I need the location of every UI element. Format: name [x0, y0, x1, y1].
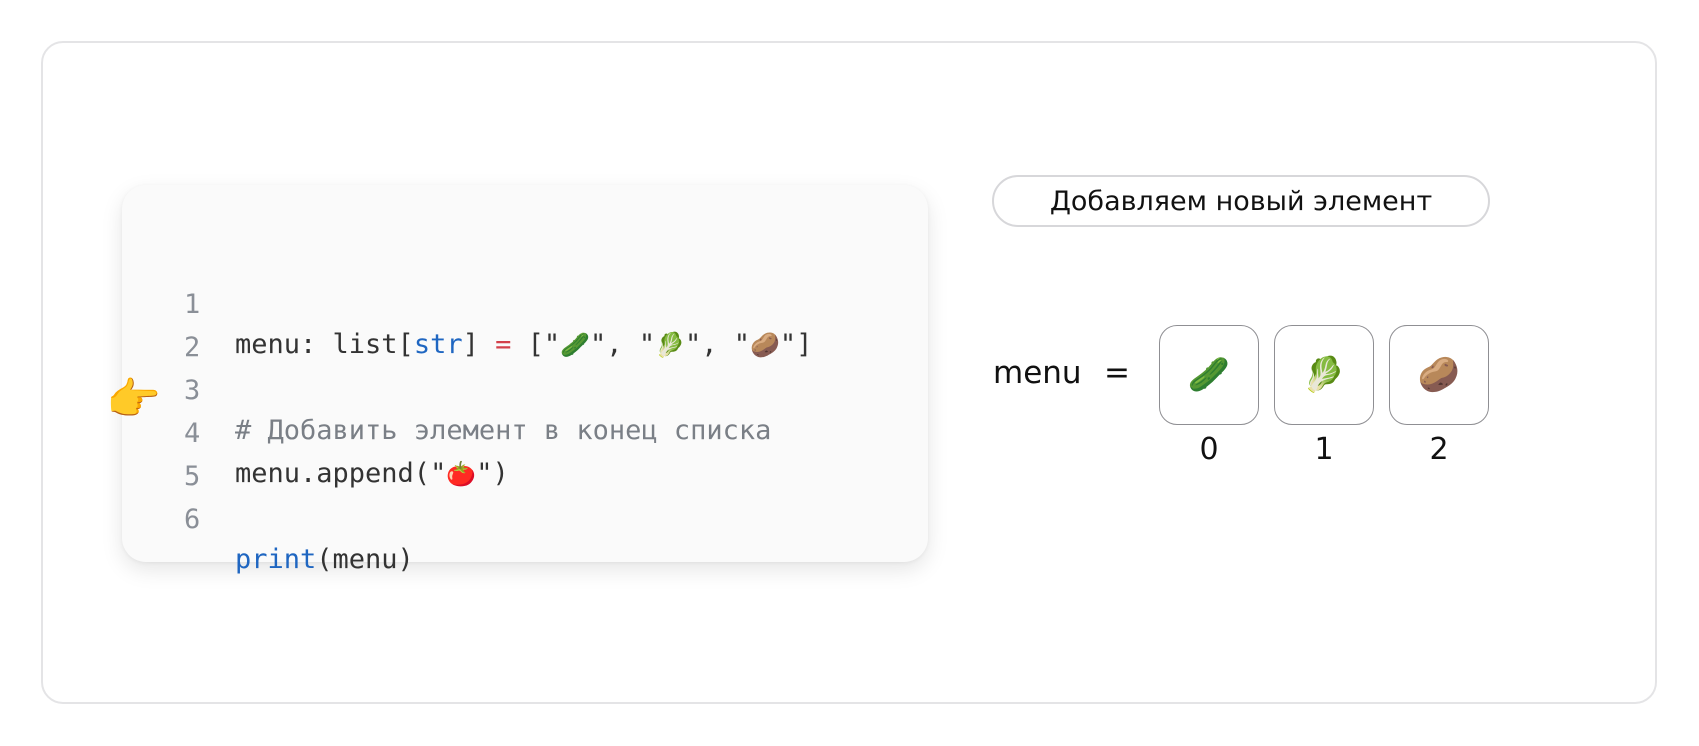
list-cell-2: 🥔	[1389, 325, 1489, 425]
equals-sign: =	[1104, 355, 1130, 391]
code-token: menu: list[	[235, 329, 414, 360]
code-token: (menu)	[316, 544, 414, 575]
list-index-1: 1	[1314, 432, 1334, 467]
cucumber-icon: 🥒	[560, 331, 591, 359]
list-cell-1: 🥬	[1274, 325, 1374, 425]
code-line-1: 1 menu: list[str] = ["🥒", "🥬", "🥔"]	[122, 245, 812, 360]
code-token: "]	[779, 329, 813, 360]
code-token: ["	[511, 329, 561, 360]
code-token: ")	[476, 458, 509, 489]
code-line-6: 6 print(menu)	[122, 460, 414, 575]
code-line-3: 3 # Добавить элемент в конец списка	[122, 331, 771, 446]
potato-icon: 🥔	[1417, 355, 1461, 395]
code-text: menu: list[str] = ["🥒", "🥬", "🥔"]	[235, 325, 812, 365]
lettuce-icon: 🥬	[1302, 355, 1346, 395]
function-token: print	[235, 544, 317, 575]
operator-token: =	[495, 329, 512, 360]
code-editor-card: 1 menu: list[str] = ["🥒", "🥬", "🥔"] 2 3 …	[122, 185, 928, 575]
line-number: 5	[184, 461, 201, 492]
line-number: 4	[184, 418, 201, 449]
code-text: menu.append("🍅")	[235, 454, 509, 494]
type-token: str	[413, 329, 463, 360]
code-line-2: 2	[122, 288, 200, 363]
code-token: menu.append("	[235, 458, 447, 489]
line-number: 1	[184, 289, 201, 320]
line-number: 2	[184, 332, 201, 363]
code-token: ", "	[684, 329, 750, 360]
code-token: ", "	[590, 329, 656, 360]
cucumber-icon: 🥒	[1187, 355, 1231, 395]
line-number: 6	[184, 504, 201, 535]
code-comment: # Добавить элемент в конец списка	[235, 415, 772, 446]
list-index-2: 2	[1429, 432, 1449, 467]
step-title: Добавляем новый элемент	[992, 175, 1490, 227]
code-token: ]	[462, 329, 496, 360]
code-text: print(menu)	[235, 540, 414, 580]
variable-name: menu	[993, 355, 1082, 391]
list-index-0: 0	[1199, 432, 1219, 467]
lettuce-icon: 🥬	[655, 331, 685, 359]
pointing-hand-icon: 👉	[106, 374, 161, 425]
list-cell-0: 🥒	[1159, 325, 1259, 425]
tomato-icon: 🍅	[446, 460, 477, 488]
line-number: 3	[184, 375, 201, 406]
potato-icon: 🥔	[750, 331, 780, 359]
